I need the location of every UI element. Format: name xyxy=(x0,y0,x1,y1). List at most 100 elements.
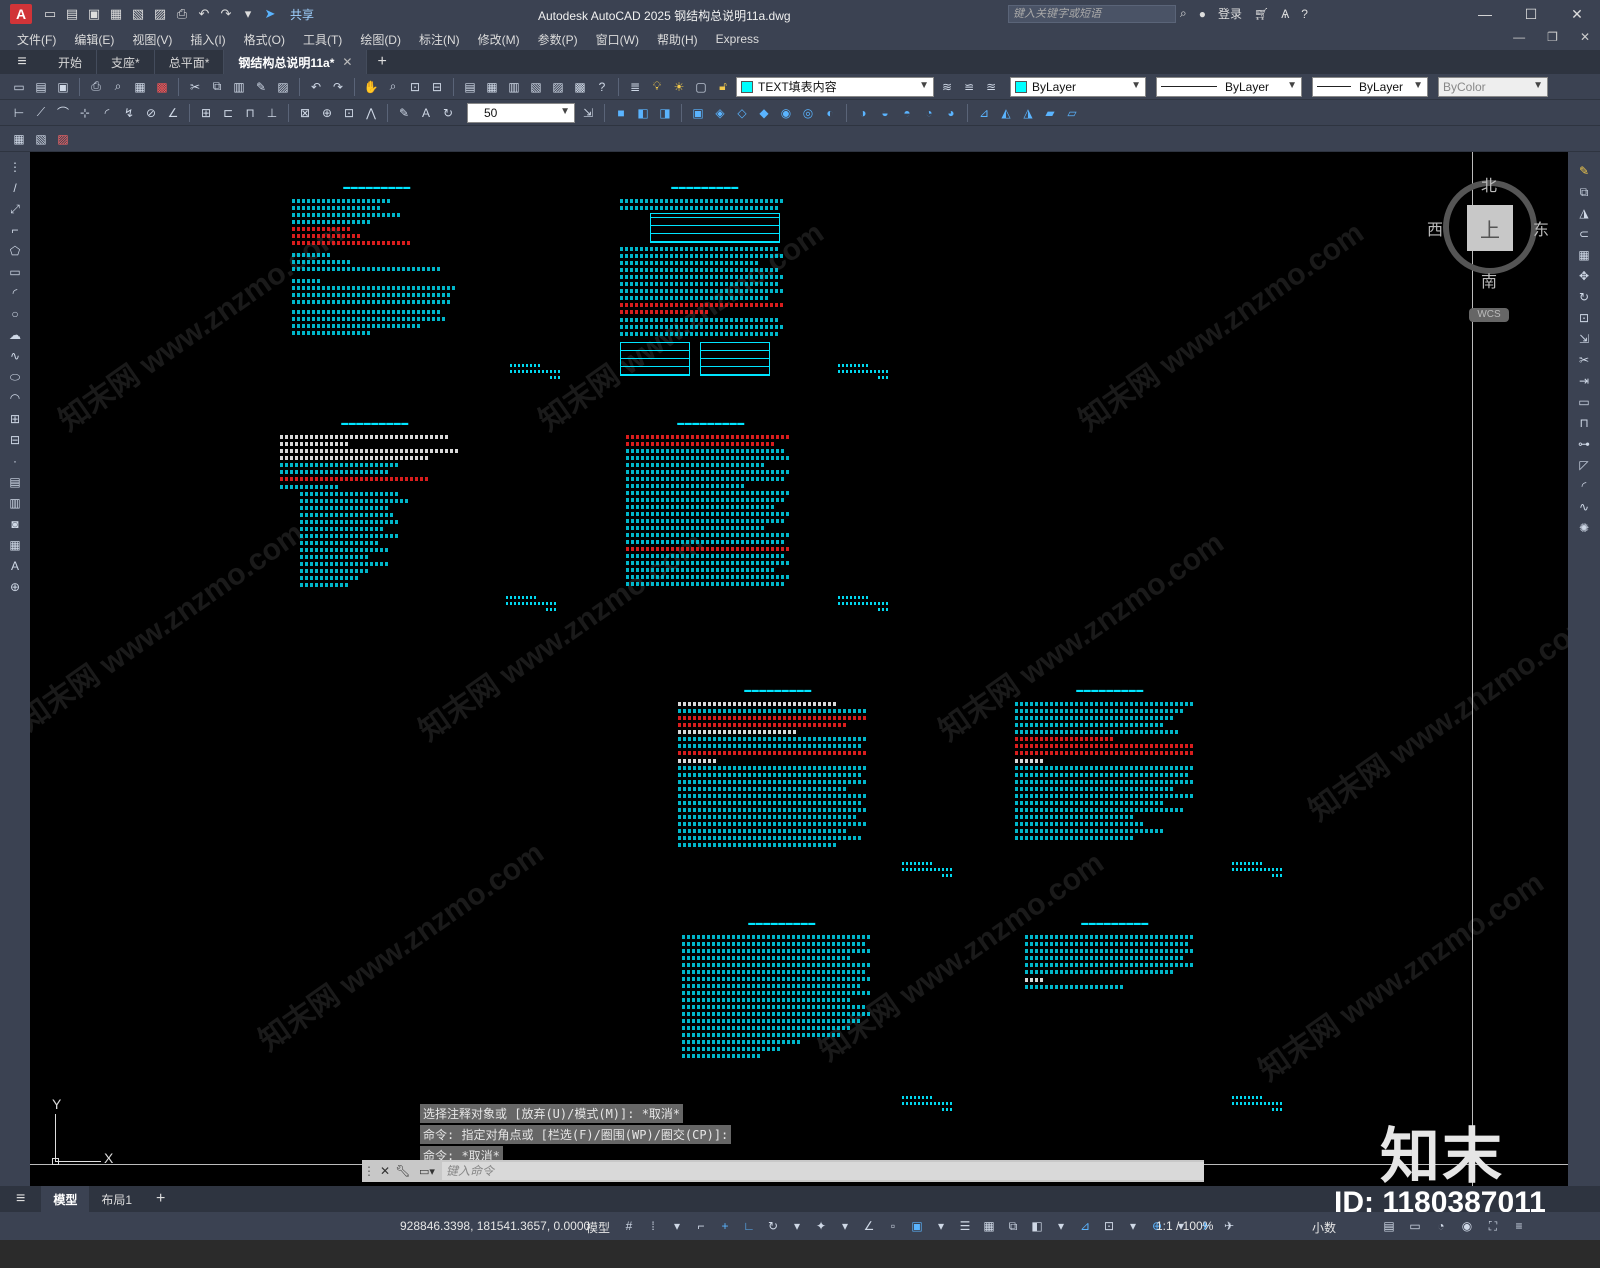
3d-osnap-icon[interactable]: ◧ xyxy=(1028,1217,1046,1235)
doc-minimize-icon[interactable]: — xyxy=(1513,30,1525,44)
isodraft-icon[interactable]: ✦ xyxy=(812,1217,830,1235)
rotate-icon[interactable]: ↻ xyxy=(1575,288,1593,306)
extrude-icon[interactable]: ▣ xyxy=(689,104,707,122)
menu-modify[interactable]: 修改(M) xyxy=(469,31,529,48)
units-display[interactable]: 小数 xyxy=(1312,1219,1336,1236)
visual-style-concept-icon[interactable]: ◔ xyxy=(920,104,938,122)
insert-icon[interactable]: ⊞ xyxy=(6,410,24,428)
properties-icon[interactable]: ▤ xyxy=(461,78,479,96)
undo-icon[interactable]: ↶ xyxy=(196,6,212,22)
explode-icon[interactable]: ✺ xyxy=(1575,519,1593,537)
osnap-menu-icon[interactable]: ▾ xyxy=(932,1217,950,1235)
block-editor-icon[interactable]: ▨ xyxy=(274,78,292,96)
layer-previous-icon[interactable]: ≌ xyxy=(960,78,978,96)
circle-icon[interactable]: ○ xyxy=(6,305,24,323)
open-file-icon[interactable]: ▤ xyxy=(64,6,80,22)
open-icon[interactable]: ▤ xyxy=(32,78,50,96)
erase-icon[interactable]: ✎ xyxy=(1575,162,1593,180)
design-center-icon[interactable]: ▦ xyxy=(483,78,501,96)
visual-style-real-icon[interactable]: ◓ xyxy=(898,104,916,122)
layer-states-icon[interactable]: ≊ xyxy=(982,78,1000,96)
gradient-icon[interactable]: ▥ xyxy=(6,494,24,512)
menu-file[interactable]: 文件(F) xyxy=(8,31,65,48)
compass-south[interactable]: 南 xyxy=(1481,268,1497,292)
dim-text-edit-icon[interactable]: A xyxy=(417,104,435,122)
lock-ui-icon[interactable]: ▭ xyxy=(1406,1217,1424,1235)
selection-filter-icon[interactable]: ⊡ xyxy=(1100,1217,1118,1235)
move-icon[interactable]: ✥ xyxy=(1575,267,1593,285)
angular-icon[interactable]: ∠ xyxy=(164,104,182,122)
polyline-icon[interactable]: ⌐ xyxy=(6,221,24,239)
clean-screen-icon[interactable]: ⛶ xyxy=(1484,1217,1502,1235)
diameter-icon[interactable]: ⊘ xyxy=(142,104,160,122)
break-at-point-icon[interactable]: ▭ xyxy=(1575,393,1593,411)
layer-on-icon[interactable]: 💡︎ xyxy=(648,78,666,96)
customize-qa-icon[interactable]: ▾ xyxy=(240,6,256,22)
chamfer-icon[interactable]: ◸ xyxy=(1575,456,1593,474)
linetype-dropdown[interactable]: ByLayer ▼ xyxy=(1156,76,1302,97)
stretch-icon[interactable]: ⇲ xyxy=(1575,330,1593,348)
linear-dim-icon[interactable]: ⊢ xyxy=(10,104,28,122)
selection-filter-menu-icon[interactable]: ▾ xyxy=(1124,1217,1142,1235)
union-icon[interactable]: ◎ xyxy=(799,104,817,122)
ortho-icon[interactable]: ∟ xyxy=(740,1217,758,1235)
ucs-face-icon[interactable]: ▰ xyxy=(1041,104,1059,122)
make-current-layer-icon[interactable]: ≋ xyxy=(938,78,956,96)
ordinate-icon[interactable]: ⊹ xyxy=(76,104,94,122)
ucs-previous-icon[interactable]: ◮ xyxy=(1019,104,1037,122)
search-input[interactable]: 键入关键字或短语 xyxy=(1008,5,1176,23)
preview-icon[interactable]: ⌕ xyxy=(109,78,127,96)
color-dropdown[interactable]: ByLayer ▼ xyxy=(1010,76,1146,97)
menu-view[interactable]: 视图(V) xyxy=(123,31,181,48)
copy-icon[interactable]: ⧉ xyxy=(208,78,226,96)
redo-tb-icon[interactable]: ↷ xyxy=(329,78,347,96)
copy-modify-icon[interactable]: ⧉ xyxy=(1575,183,1593,201)
point-icon[interactable]: · xyxy=(6,452,24,470)
a360-icon[interactable]: Ѧ xyxy=(1281,7,1289,21)
model-space-toggle[interactable]: 模型 xyxy=(586,1219,610,1236)
arc-length-icon[interactable]: ⌒ xyxy=(54,104,72,122)
spline-icon[interactable]: ∿ xyxy=(6,347,24,365)
rectangle-icon[interactable]: ▭ xyxy=(6,263,24,281)
lineweight-dropdown[interactable]: ByLayer ▼ xyxy=(1312,76,1428,97)
hyperlink-icon[interactable]: ▨ xyxy=(54,130,72,148)
share-icon[interactable]: ➤ xyxy=(262,6,278,22)
plot-tb-icon[interactable]: ⎙ xyxy=(87,78,105,96)
qnew-icon[interactable]: ▭ xyxy=(10,78,28,96)
scale-icon[interactable]: ⊡ xyxy=(1575,309,1593,327)
menu-window[interactable]: 窗口(W) xyxy=(587,31,648,48)
save-to-web-icon[interactable]: ▨ xyxy=(152,6,168,22)
help-icon[interactable]: ? xyxy=(1301,7,1308,21)
construction-line-icon[interactable]: ⤢ xyxy=(6,200,24,218)
login-button[interactable]: 登录 xyxy=(1218,5,1242,22)
save-tb-icon[interactable]: ▣ xyxy=(54,78,72,96)
osnap-icon[interactable]: ▫ xyxy=(884,1217,902,1235)
add-selected-icon[interactable]: ⊕ xyxy=(6,578,24,596)
slice-icon[interactable]: ◇ xyxy=(733,104,751,122)
tab-support[interactable]: 支座* xyxy=(97,50,155,74)
selection-cycling-icon[interactable]: ⧉ xyxy=(1004,1217,1022,1235)
dim-edit-icon[interactable]: ✎ xyxy=(395,104,413,122)
layer-lock-icon[interactable]: 🔓︎ xyxy=(714,78,732,96)
cart-icon[interactable]: 🛒︎ xyxy=(1254,7,1269,21)
match-prop-icon[interactable]: ✎ xyxy=(252,78,270,96)
aligned-dim-icon[interactable]: ⟋ xyxy=(32,104,50,122)
new-file-icon[interactable]: ▭ xyxy=(42,6,58,22)
tab-layout1[interactable]: 布局1 xyxy=(89,1186,144,1212)
revision-cloud-icon[interactable]: ☁︎ xyxy=(6,326,24,344)
menu-format[interactable]: 格式(O) xyxy=(235,31,294,48)
close-icon[interactable]: ✕ xyxy=(1554,0,1600,28)
hatch-icon[interactable]: ▤ xyxy=(6,473,24,491)
table-icon[interactable]: ▦ xyxy=(6,536,24,554)
blend-curves-icon[interactable]: ∿ xyxy=(1575,498,1593,516)
menu-draw[interactable]: 绘图(D) xyxy=(351,31,410,48)
line-icon[interactable]: / xyxy=(6,179,24,197)
revolve-icon[interactable]: ◈ xyxy=(711,104,729,122)
palette-grip-icon[interactable]: ⋮ xyxy=(6,158,24,176)
command-close-icon[interactable]: ✕ xyxy=(376,1164,394,1178)
ellipse-icon[interactable]: ⬭ xyxy=(6,368,24,386)
undo-tb-icon[interactable]: ↶ xyxy=(307,78,325,96)
visual-style-hidden-icon[interactable]: ◒ xyxy=(876,104,894,122)
menu-help[interactable]: 帮助(H) xyxy=(648,31,707,48)
extend-icon[interactable]: ⇥ xyxy=(1575,372,1593,390)
